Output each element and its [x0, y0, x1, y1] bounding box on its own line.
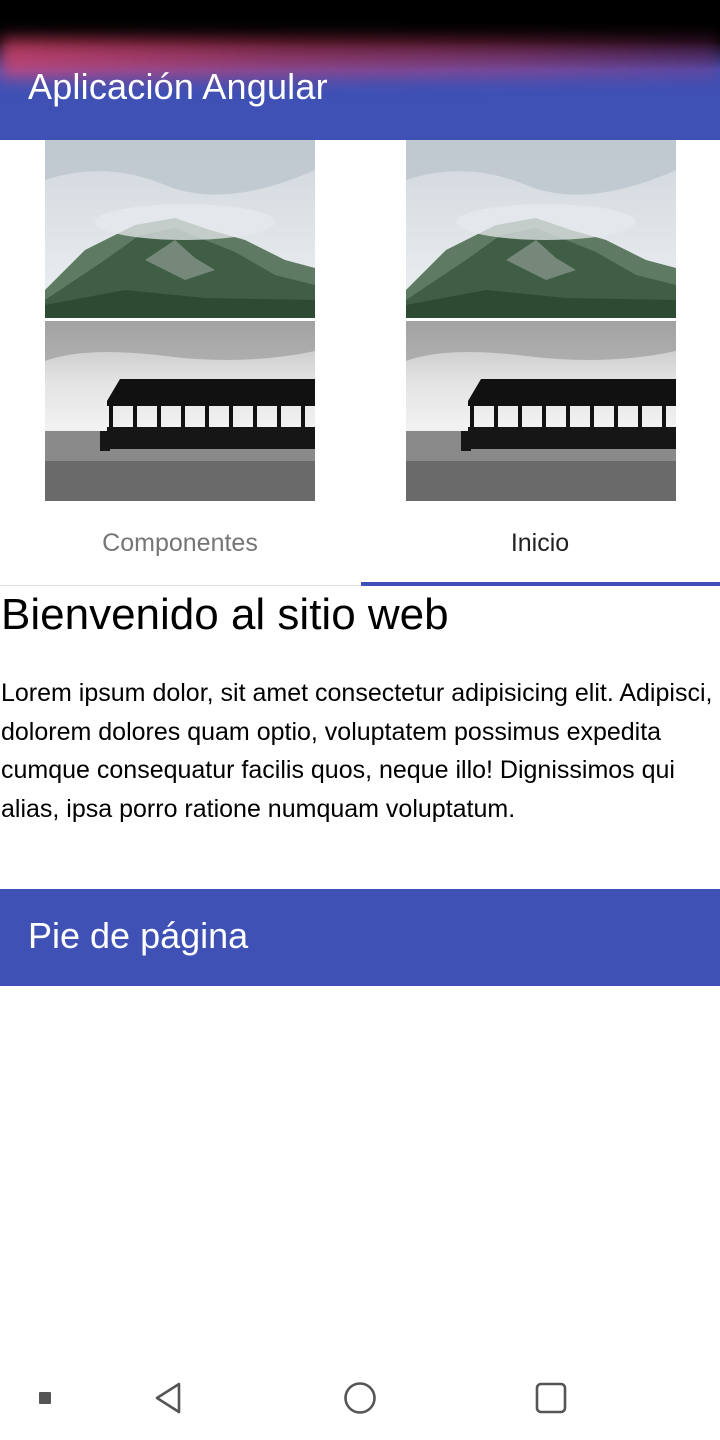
home-icon[interactable] [330, 1356, 390, 1440]
pier-image [45, 321, 315, 501]
recents-icon[interactable] [521, 1356, 581, 1440]
page-heading: Bienvenido al sitio web [1, 590, 449, 639]
image-gallery [0, 140, 720, 502]
pier-image-graphic [406, 321, 676, 501]
mountain-image-graphic [45, 140, 315, 318]
tab-componentes[interactable]: Componentes [0, 502, 360, 585]
app-toolbar: Aplicación Angular [0, 0, 720, 140]
pier-image-graphic [45, 321, 315, 501]
system-nav-bar [0, 1356, 720, 1440]
app-screen: Aplicación Angular Componentes Inicio Bi… [0, 0, 720, 1440]
pier-image [406, 321, 676, 501]
page-footer: Pie de página [0, 889, 720, 986]
footer-title: Pie de página [28, 915, 249, 956]
mountain-image [45, 140, 315, 318]
app-title: Aplicación Angular [28, 66, 328, 107]
tab-active-indicator [361, 582, 720, 586]
menu-dot-icon[interactable] [25, 1356, 65, 1440]
back-icon[interactable] [138, 1356, 198, 1440]
tab-bar: Componentes Inicio [0, 502, 720, 586]
intro-paragraph: Lorem ipsum dolor, sit amet consectetur … [1, 679, 713, 823]
mountain-image [406, 140, 676, 318]
tab-inicio[interactable]: Inicio [360, 502, 720, 585]
mountain-image-graphic [406, 140, 676, 318]
